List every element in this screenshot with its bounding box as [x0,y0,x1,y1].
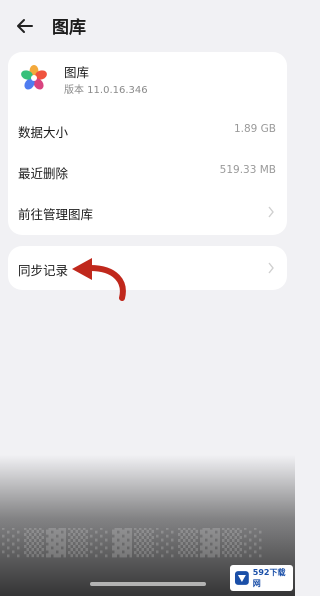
site-watermark: 592下载网 [230,565,293,591]
page-title: 图库 [52,18,86,38]
sync-record-label: 同步记录 [18,263,69,278]
chevron-right-icon [268,206,274,218]
manage-gallery-row[interactable]: 前往管理图库 [8,192,287,232]
home-indicator[interactable] [90,582,206,586]
app-info-row: 图库 版本 11.0.16.346 [8,52,287,106]
blurred-caption: ░▒▓▒░▓▒░▒▓▒░ [2,528,266,558]
top-app-bar: 图库 [0,0,295,50]
recently-deleted-value: 519.33 MB [219,164,276,176]
recently-deleted-label: 最近删除 [18,166,69,181]
sync-record-card[interactable]: 同步记录 [8,246,287,290]
gallery-app-icon [20,64,48,92]
watermark-logo-icon [234,571,249,585]
data-size-label: 数据大小 [18,125,69,140]
data-size-value: 1.89 GB [233,123,276,135]
back-arrow-icon[interactable] [13,14,37,38]
recently-deleted-row: 最近删除 519.33 MB [8,151,287,191]
app-name: 图库 [64,65,90,80]
annotation-arrow-icon [72,258,126,301]
data-size-row: 数据大小 1.89 GB [8,110,287,150]
app-version: 版本 11.0.16.346 [64,85,148,96]
gallery-info-card: 图库 版本 11.0.16.346 数据大小 1.89 GB 最近删除 519.… [8,52,287,235]
watermark-text: 592下载网 [252,568,286,588]
chevron-right-icon [268,262,274,274]
sync-record-row[interactable]: 同步记录 [8,248,287,288]
manage-gallery-label: 前往管理图库 [18,207,94,222]
